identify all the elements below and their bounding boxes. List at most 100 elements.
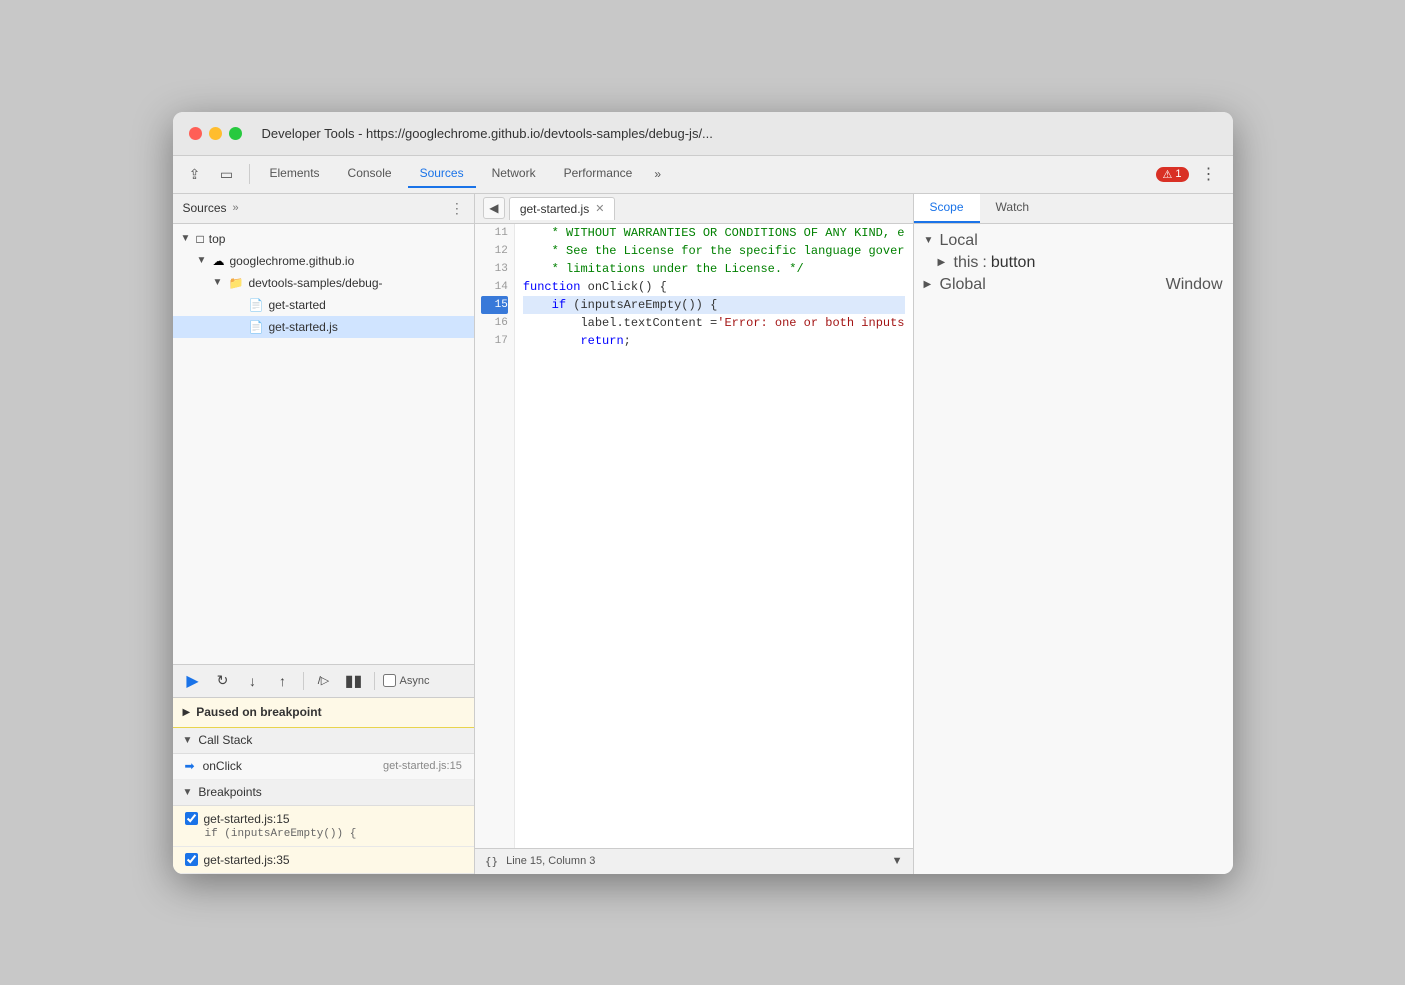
tree-arrow-domain: ▼ xyxy=(197,255,209,266)
code-line-17: return ; xyxy=(523,332,905,350)
scope-tab-scope[interactable]: Scope xyxy=(914,194,980,223)
tree-label-top: top xyxy=(209,232,226,246)
code-span-12: * See the License for the specific langu… xyxy=(523,242,905,260)
breakpoints-header[interactable]: ▼ Breakpoints xyxy=(173,780,474,806)
code-line-12: * See the License for the specific langu… xyxy=(523,242,905,260)
bp-checkbox-2[interactable] xyxy=(185,853,198,866)
code-plain-16a: label.textContent = xyxy=(523,314,717,332)
tree-label-js: get-started.js xyxy=(268,320,337,334)
file-icon-html: 📄 xyxy=(249,298,264,312)
breakpoint-item-1: get-started.js:15 if (inputsAreEmpty()) … xyxy=(173,806,474,847)
scope-global-header[interactable]: ▶ Global Window xyxy=(914,274,1233,296)
file-tree: ▼ □ top ▼ ☁ googlechrome.github.io ▼ 📁 d… xyxy=(173,224,474,664)
scope-this-row[interactable]: ▶ this : button xyxy=(914,252,1233,274)
scope-panel: Scope Watch ▼ Local ▶ this : button xyxy=(913,194,1233,874)
scope-local-label: Local xyxy=(940,232,978,250)
status-bar: {} Line 15, Column 3 ▼ xyxy=(475,848,913,874)
right-area: ◀ get-started.js ✕ 11 12 13 14 15 16 xyxy=(475,194,1233,874)
code-lines: * WITHOUT WARRANTIES OR CONDITIONS OF AN… xyxy=(515,224,913,848)
tree-item-html[interactable]: 📄 get-started xyxy=(173,294,474,316)
panel-header-label: Sources xyxy=(183,201,227,215)
error-badge: ⚠ 1 xyxy=(1156,167,1189,182)
paused-arrow-icon: ▶ xyxy=(183,707,191,718)
code-kw-14: function xyxy=(523,278,581,296)
device-toggle-btn[interactable]: ▭ xyxy=(213,160,241,188)
call-stack-label: Call Stack xyxy=(198,733,252,747)
cursor-icon-btn[interactable]: ⇪ xyxy=(181,160,209,188)
editor-tab-label: get-started.js xyxy=(520,202,589,216)
tab-console[interactable]: Console xyxy=(336,160,404,188)
async-text: Async xyxy=(400,675,430,687)
deactivate-btn[interactable]: /▷ xyxy=(312,669,336,693)
scope-local-arrow: ▼ xyxy=(924,235,936,246)
title-bar: Developer Tools - https://googlechrome.g… xyxy=(173,112,1233,156)
scope-local-header[interactable]: ▼ Local xyxy=(914,230,1233,252)
tab-elements[interactable]: Elements xyxy=(258,160,332,188)
minimize-button[interactable] xyxy=(209,127,222,140)
tree-item-domain[interactable]: ▼ ☁ googlechrome.github.io xyxy=(173,250,474,272)
tree-arrow-folder: ▼ xyxy=(213,277,225,288)
code-plain-17a xyxy=(523,332,581,350)
async-checkbox[interactable] xyxy=(383,674,396,687)
code-panel: ◀ get-started.js ✕ 11 12 13 14 15 16 xyxy=(475,194,913,874)
scope-tab-watch[interactable]: Watch xyxy=(980,194,1046,223)
tab-network[interactable]: Network xyxy=(480,160,548,188)
maximize-button[interactable] xyxy=(229,127,242,140)
scope-content: ▼ Local ▶ this : button ▶ Global Window xyxy=(914,224,1233,874)
breakpoints-arrow: ▼ xyxy=(183,787,193,798)
error-count: 1 xyxy=(1175,168,1181,180)
toolbar-divider-1 xyxy=(249,164,250,184)
devtools-window: Developer Tools - https://googlechrome.g… xyxy=(173,112,1233,874)
tree-item-js[interactable]: 📄 get-started.js xyxy=(173,316,474,338)
call-stack-header[interactable]: ▼ Call Stack xyxy=(173,728,474,754)
close-button[interactable] xyxy=(189,127,202,140)
tree-item-folder[interactable]: ▼ 📁 devtools-samples/debug- xyxy=(173,272,474,294)
code-plain-15b: (inputsAreEmpty()) { xyxy=(566,296,717,314)
line-numbers: 11 12 13 14 15 16 17 xyxy=(475,224,515,848)
tree-label-html: get-started xyxy=(268,298,325,312)
editor-nav-back[interactable]: ◀ xyxy=(483,197,505,219)
status-braces: {} xyxy=(485,855,498,868)
cloud-icon: ☁ xyxy=(213,254,225,268)
scope-this-key: this xyxy=(954,254,979,272)
panel-header-more[interactable]: » xyxy=(233,202,239,214)
step-into-btn[interactable]: ↓ xyxy=(241,669,265,693)
tree-label-folder: devtools-samples/debug- xyxy=(248,276,382,290)
three-dots-menu[interactable]: ⋮ xyxy=(1193,160,1225,188)
ln-16: 16 xyxy=(481,314,508,332)
more-tabs-btn[interactable]: » xyxy=(648,163,667,185)
bp-line1-1: get-started.js:15 xyxy=(185,812,462,826)
bp-code-1: if (inputsAreEmpty()) { xyxy=(185,828,462,840)
call-stack-item-onclick[interactable]: ➡ onClick get-started.js:15 xyxy=(173,754,474,780)
scope-global-arrow: ▶ xyxy=(924,279,936,290)
panel-header-dots[interactable]: ⋮ xyxy=(450,200,464,217)
bp-checkbox-1[interactable] xyxy=(185,812,198,825)
editor-tab-close[interactable]: ✕ xyxy=(595,202,604,215)
code-kw-15: if xyxy=(552,296,566,314)
page-icon: □ xyxy=(197,232,204,246)
code-span-13: * limitations under the License. */ xyxy=(523,260,804,278)
pause-on-exception-btn[interactable]: ▮▮ xyxy=(342,669,366,693)
code-string-16: 'Error: one or both inputs xyxy=(717,314,904,332)
breakpoint-item-2: get-started.js:35 xyxy=(173,847,474,874)
tab-performance[interactable]: Performance xyxy=(552,160,645,188)
error-icon: ⚠ xyxy=(1163,168,1173,181)
code-line-11: * WITHOUT WARRANTIES OR CONDITIONS OF AN… xyxy=(523,224,905,242)
step-over-btn[interactable]: ↻ xyxy=(211,669,235,693)
panel-header: Sources » ⋮ xyxy=(173,194,474,224)
code-line-14: function onClick() { xyxy=(523,278,905,296)
code-plain-17b: ; xyxy=(624,332,631,350)
code-editor[interactable]: 11 12 13 14 15 16 17 * WITHOUT WARRANTIE… xyxy=(475,224,913,848)
resume-btn[interactable]: ▶ xyxy=(181,669,205,693)
step-out-btn[interactable]: ↑ xyxy=(271,669,295,693)
tree-item-top[interactable]: ▼ □ top xyxy=(173,228,474,250)
scope-global-label: Global xyxy=(940,276,986,294)
ln-15: 15 xyxy=(481,296,508,314)
tab-sources[interactable]: Sources xyxy=(408,160,476,188)
call-stack-arrow-icon: ➡ xyxy=(185,759,195,773)
left-panel: Sources » ⋮ ▼ □ top ▼ ☁ googlechrome.git… xyxy=(173,194,475,874)
code-span-11: * WITHOUT WARRANTIES OR CONDITIONS OF AN… xyxy=(523,224,905,242)
editor-tabs: ◀ get-started.js ✕ xyxy=(475,194,913,224)
debug-toolbar: ▶ ↻ ↓ ↑ /▷ ▮▮ Async xyxy=(173,664,474,698)
editor-tab-getstarted[interactable]: get-started.js ✕ xyxy=(509,197,616,220)
